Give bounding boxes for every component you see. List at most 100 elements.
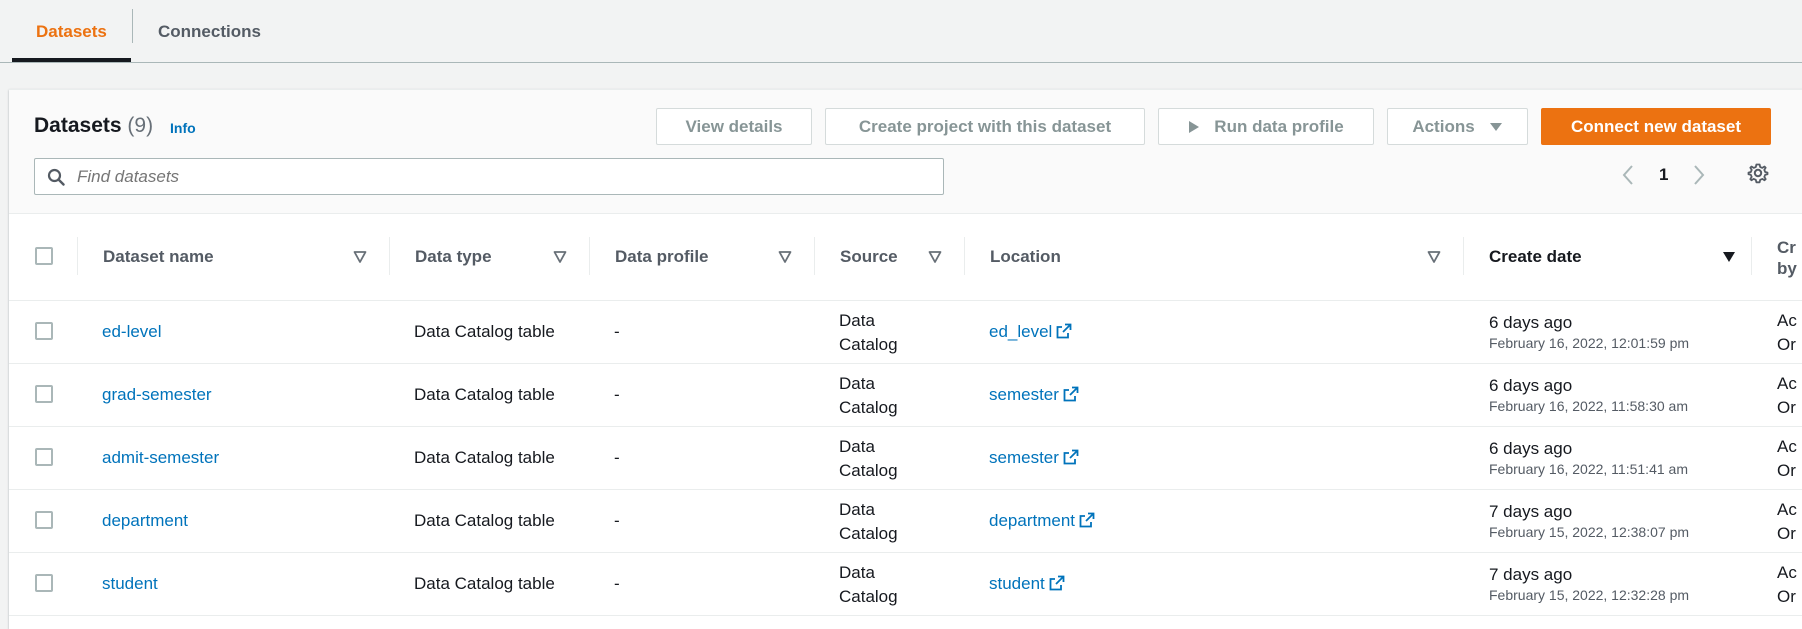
created-by-line-2: Or (1777, 587, 1796, 606)
sort-icon[interactable] (353, 250, 367, 264)
source-line-2: Catalog (839, 398, 898, 417)
source-cell: Data Catalog (839, 309, 898, 357)
source-line-1: Data (839, 374, 875, 393)
run-data-profile-button[interactable]: Run data profile (1158, 108, 1374, 145)
column-divider (77, 237, 78, 275)
data-profile-cell: - (614, 448, 620, 467)
chevron-left-icon[interactable] (1621, 164, 1635, 186)
source-cell: Data Catalog (839, 561, 898, 609)
row-checkbox[interactable] (35, 511, 53, 529)
dataset-name-link[interactable]: grad-semester (102, 385, 212, 405)
actions-label: Actions (1412, 116, 1475, 136)
created-by-line-2: Or (1777, 335, 1796, 354)
created-by-line-2: Or (1777, 524, 1796, 543)
source-line-1: Data (839, 311, 875, 330)
sort-icon[interactable] (1427, 250, 1441, 264)
datasets-panel: Datasets (9) Info View details Create pr… (9, 89, 1802, 629)
row-checkbox[interactable] (35, 385, 53, 403)
connect-new-dataset-button[interactable]: Connect new dataset (1541, 108, 1771, 145)
dataset-name-link[interactable]: admit-semester (102, 448, 219, 468)
tab-datasets[interactable]: Datasets (36, 0, 107, 63)
sort-icon[interactable] (778, 250, 792, 264)
row-checkbox[interactable] (35, 322, 53, 340)
table-row: department Data Catalog table - Data Catalog… (9, 490, 1802, 553)
dataset-count: (9) (127, 114, 154, 137)
select-all-checkbox[interactable] (35, 247, 53, 265)
external-link-icon (1063, 449, 1079, 465)
location-link[interactable]: semester (989, 385, 1059, 404)
create-date-cell: 7 days ago February 15, 2022, 12:32:28 pm (1489, 564, 1689, 604)
chevron-right-icon[interactable] (1692, 164, 1706, 186)
column-header-create-date[interactable]: Create date (1489, 214, 1582, 300)
sort-icon[interactable] (928, 250, 942, 264)
view-details-button[interactable]: View details (656, 108, 812, 145)
column-header-location[interactable]: Location (990, 214, 1061, 300)
create-date-cell: 6 days ago February 16, 2022, 11:51:41 am (1489, 438, 1688, 478)
dataset-name-link[interactable]: ed-level (102, 322, 162, 342)
search-input[interactable] (77, 165, 927, 189)
column-divider (1463, 237, 1464, 275)
data-type-cell: Data Catalog table (414, 448, 555, 467)
column-header-dataset-name[interactable]: Dataset name (103, 214, 214, 300)
column-header-data-profile[interactable]: Data profile (615, 214, 709, 300)
search-box (34, 158, 944, 195)
location-cell: semester (989, 385, 1079, 405)
external-link-icon (1079, 512, 1095, 528)
table-row: student Data Catalog table - Data Catalog stu… (9, 553, 1802, 616)
column-header-created-by[interactable]: Cr by (1777, 237, 1797, 279)
page-number[interactable]: 1 (1659, 165, 1668, 185)
location-link[interactable]: student (989, 574, 1045, 593)
data-type-cell: Data Catalog table (414, 574, 555, 593)
created-by-line-1: Cr (1777, 238, 1796, 257)
create-date-relative: 6 days ago (1489, 313, 1573, 332)
create-project-button[interactable]: Create project with this dataset (825, 108, 1145, 145)
sort-icon[interactable] (553, 250, 567, 264)
info-link[interactable]: Info (170, 120, 196, 136)
column-divider (814, 237, 815, 275)
create-date-cell: 6 days ago February 16, 2022, 11:58:30 am (1489, 375, 1688, 415)
column-divider (589, 237, 590, 275)
location-link[interactable]: department (989, 511, 1075, 530)
location-link[interactable]: semester (989, 448, 1059, 467)
source-line-2: Catalog (839, 587, 898, 606)
row-checkbox[interactable] (35, 574, 53, 592)
data-type-cell: Data Catalog table (414, 385, 555, 404)
location-cell: department (989, 511, 1095, 531)
data-profile-cell: - (614, 385, 620, 404)
location-cell: semester (989, 448, 1079, 468)
caret-down-icon (1489, 122, 1502, 131)
dataset-name-link[interactable]: department (102, 511, 188, 531)
settings-gear-icon[interactable] (1747, 162, 1769, 184)
created-by-line-1: Ac (1777, 374, 1797, 393)
created-by-cell: Ac Or (1777, 561, 1797, 609)
created-by-line-1: Ac (1777, 311, 1797, 330)
external-link-icon (1049, 575, 1065, 591)
created-by-line-1: Ac (1777, 500, 1797, 519)
create-date-absolute: February 15, 2022, 12:38:07 pm (1489, 524, 1690, 540)
source-cell: Data Catalog (839, 498, 898, 546)
tab-connections[interactable]: Connections (158, 0, 261, 63)
location-cell: ed_level (989, 322, 1072, 342)
row-checkbox[interactable] (35, 448, 53, 466)
data-profile-cell: - (614, 322, 620, 341)
search-icon (47, 168, 65, 186)
created-by-line-1: Ac (1777, 437, 1797, 456)
table-row: ed-level Data Catalog table - Data Catalog ed… (9, 301, 1802, 364)
created-by-line-2: by (1777, 259, 1797, 278)
created-by-cell: Ac Or (1777, 309, 1797, 357)
column-header-source[interactable]: Source (840, 214, 898, 300)
actions-dropdown[interactable]: Actions (1387, 108, 1528, 145)
column-header-data-type[interactable]: Data type (415, 214, 492, 300)
tab-bar: Datasets Connections (0, 0, 1802, 63)
dataset-name-link[interactable]: student (102, 574, 158, 594)
table-row: grad-semester Data Catalog table - Data Cata… (9, 364, 1802, 427)
column-divider (389, 237, 390, 275)
table-row: admit-semester Data Catalog table - Data Cat… (9, 427, 1802, 490)
create-date-relative: 6 days ago (1489, 439, 1573, 458)
data-profile-cell: - (614, 574, 620, 593)
view-details-label: View details (685, 116, 783, 136)
connect-new-dataset-label: Connect new dataset (1570, 116, 1742, 136)
sort-descending-icon[interactable] (1722, 250, 1736, 264)
create-date-absolute: February 16, 2022, 12:01:59 pm (1489, 335, 1690, 351)
location-link[interactable]: ed_level (989, 322, 1052, 341)
